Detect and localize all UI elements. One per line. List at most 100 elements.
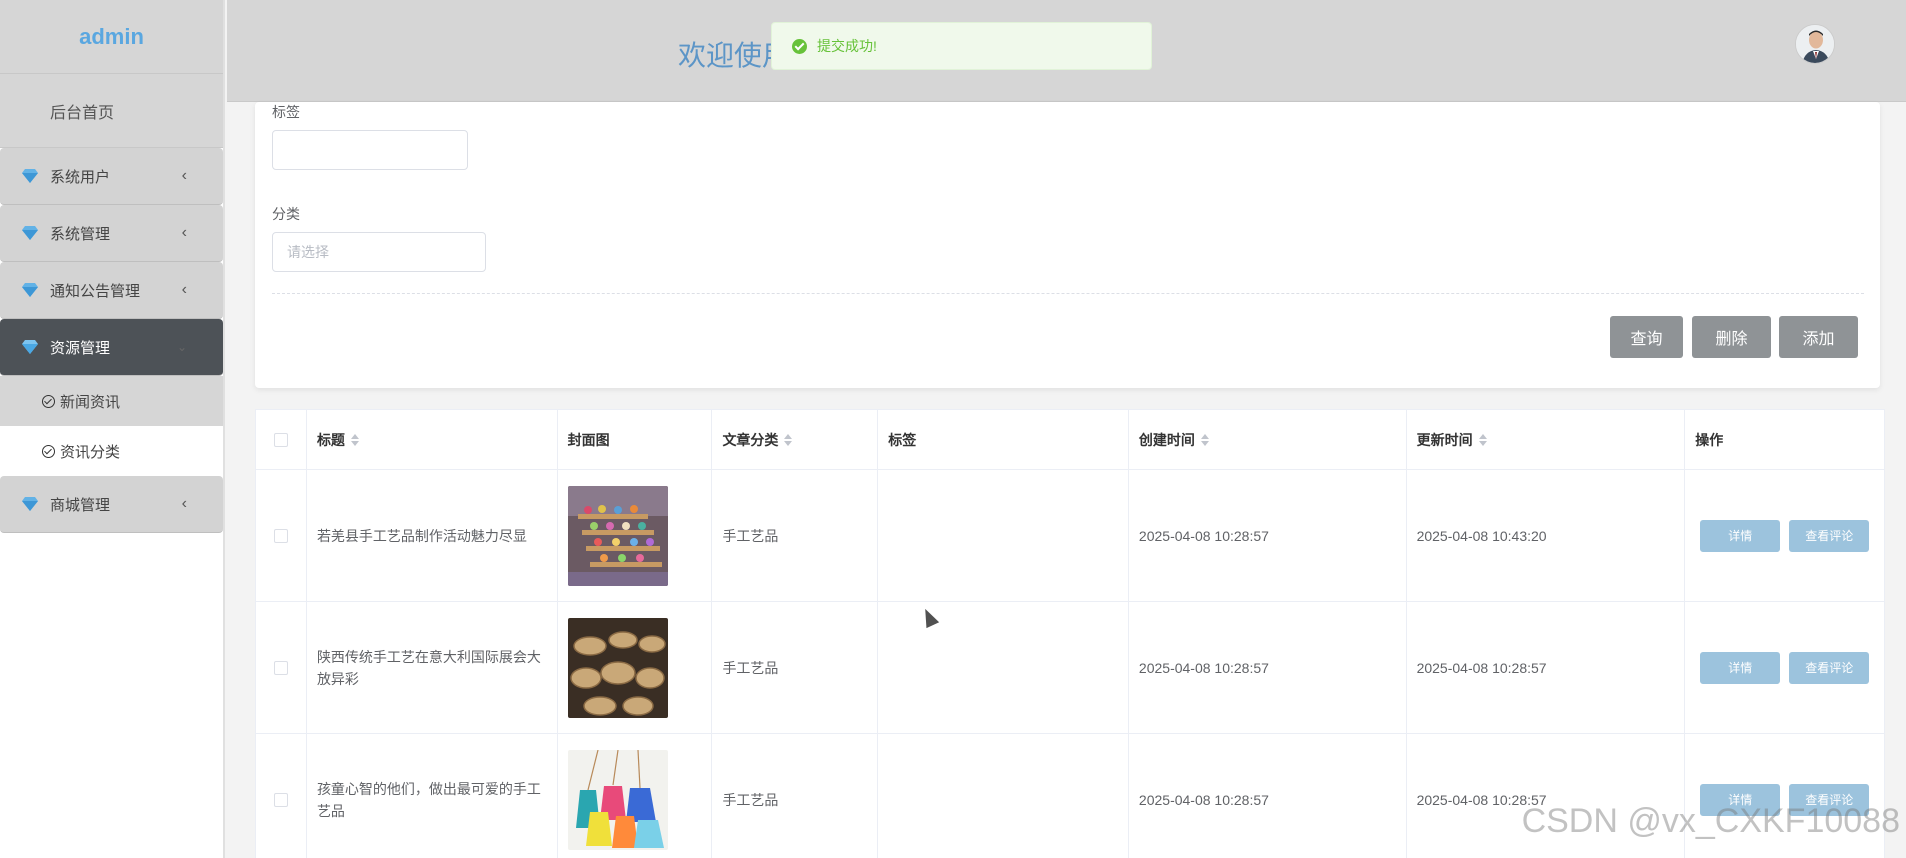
column-header-label: 更新时间: [1416, 431, 1473, 448]
sidebar-item-system-users[interactable]: 系统用户 ‹: [0, 148, 223, 205]
column-header-category[interactable]: 文章分类: [712, 410, 879, 469]
view-comments-button[interactable]: 查看评论: [1789, 519, 1870, 552]
success-check-icon: [792, 38, 807, 54]
column-header-label: 标题: [316, 431, 345, 448]
column-header-actions: 操作: [1685, 410, 1884, 469]
cover-cell: [558, 470, 713, 601]
chevron-left-icon: ‹: [181, 281, 187, 298]
table-header-row: 标题 封面图 文章分类 标签 创建时间 更新时间 操作: [256, 410, 1884, 470]
tag-label: 标签: [272, 104, 300, 120]
updated-cell: 2025-04-08 10:28:57: [1407, 602, 1686, 733]
actions-cell: 详情 查看评论: [1685, 602, 1884, 733]
category-cell: 手工艺品: [712, 470, 879, 601]
column-header-label: 创建时间: [1138, 431, 1195, 448]
detail-button[interactable]: 详情: [1700, 651, 1781, 684]
detail-button[interactable]: 详情: [1700, 519, 1781, 552]
gem-icon: [22, 340, 38, 354]
row-title: 若羌县手工艺品制作活动魅力尽显: [316, 527, 527, 544]
user-avatar-icon: [1796, 25, 1834, 63]
news-table: 标题 封面图 文章分类 标签 创建时间 更新时间 操作 若羌县手工艺品制作活动魅…: [255, 409, 1885, 858]
column-header-updated[interactable]: 更新时间: [1407, 410, 1686, 469]
category-select[interactable]: 请选择: [272, 232, 486, 272]
sidebar: admin 后台首页 系统用户 ‹ 系统管理 ‹ 通知公告管理 ‹ 资源管理 ⌄…: [0, 0, 225, 858]
view-comments-button[interactable]: 查看评论: [1789, 651, 1870, 684]
sidebar-item-label: 资源管理: [50, 339, 111, 357]
sort-icon[interactable]: [1200, 433, 1209, 446]
column-header-label: 封面图: [567, 431, 610, 448]
column-header-label: 文章分类: [722, 431, 779, 448]
sidebar-item-label: 商城管理: [50, 496, 111, 514]
tag-cell: [878, 734, 1129, 858]
cover-cell: [558, 602, 713, 733]
avatar[interactable]: [1795, 24, 1835, 64]
chevron-left-icon: ‹: [181, 167, 187, 184]
sort-icon[interactable]: [784, 433, 793, 446]
cover-image[interactable]: [567, 749, 668, 850]
gem-icon: [22, 226, 38, 240]
toast-message: 提交成功!: [817, 38, 877, 54]
title-cell: 孩童心智的他们，做出最可爱的手工艺品: [307, 734, 558, 858]
sidebar-subitem-news[interactable]: 新闻资讯: [0, 376, 223, 426]
column-header-label: 操作: [1695, 431, 1724, 448]
sidebar-item-notice-management[interactable]: 通知公告管理 ‹: [0, 262, 223, 319]
title-cell: 陕西传统手工艺在意大利国际展会大放异彩: [307, 602, 558, 733]
sidebar-item-resource-management[interactable]: 资源管理 ⌄: [0, 319, 223, 376]
add-button[interactable]: 添加: [1779, 316, 1858, 358]
sidebar-item-home[interactable]: 后台首页: [0, 74, 223, 148]
title-cell: 若羌县手工艺品制作活动魅力尽显: [307, 470, 558, 601]
sidebar-item-label: 系统管理: [50, 225, 111, 243]
updated-cell: 2025-04-08 10:43:20: [1407, 470, 1686, 601]
sidebar-item-label: 系统用户: [50, 168, 111, 186]
row-title: 孩童心智的他们，做出最可爱的手工艺品: [316, 780, 541, 819]
chevron-left-icon: ‹: [181, 224, 187, 241]
sidebar-item-mall-management[interactable]: 商城管理 ‹: [0, 476, 223, 533]
search-panel: 标签 分类 请选择 查询 删除 添加: [255, 102, 1880, 388]
column-header-cover: 封面图: [558, 410, 713, 469]
query-button[interactable]: 查询: [1610, 316, 1683, 358]
sidebar-item-label: 通知公告管理: [50, 282, 141, 300]
sidebar-subitem-label: 新闻资讯: [60, 393, 121, 411]
column-header-created[interactable]: 创建时间: [1129, 410, 1407, 469]
row-select-cell: [256, 470, 307, 601]
select-all-checkbox[interactable]: [273, 432, 288, 447]
tag-cell: [878, 602, 1129, 733]
sidebar-subitem-label: 资讯分类: [60, 443, 121, 461]
tag-input[interactable]: [272, 130, 468, 170]
cover-image[interactable]: [567, 485, 668, 586]
column-header-title[interactable]: 标题: [307, 410, 558, 469]
column-header-tag: 标签: [878, 410, 1129, 469]
category-label: 分类: [272, 206, 300, 222]
column-header-label: 标签: [888, 431, 917, 448]
row-checkbox[interactable]: [273, 528, 288, 543]
table-row: 陕西传统手工艺在意大利国际展会大放异彩 手工艺品 2025-04-08 10:2…: [256, 602, 1884, 734]
chevron-down-icon: ⌄: [176, 340, 187, 354]
row-checkbox[interactable]: [273, 792, 288, 807]
cover-image[interactable]: [567, 617, 668, 718]
created-cell: 2025-04-08 10:28:57: [1129, 602, 1407, 733]
select-all-cell: [256, 410, 307, 469]
cover-cell: [558, 734, 713, 858]
check-circle-icon: [42, 444, 55, 458]
chevron-left-icon: ‹: [181, 495, 187, 512]
created-cell: 2025-04-08 10:28:57: [1129, 470, 1407, 601]
table-row: 若羌县手工艺品制作活动魅力尽显 手工艺品 2025-04-08 10:28:57…: [256, 470, 1884, 602]
delete-button[interactable]: 删除: [1692, 316, 1771, 358]
row-checkbox[interactable]: [273, 660, 288, 675]
brand-title: admin: [0, 0, 223, 74]
sidebar-item-system-management[interactable]: 系统管理 ‹: [0, 205, 223, 262]
check-circle-icon: [42, 394, 55, 408]
success-toast: 提交成功!: [771, 22, 1152, 70]
row-select-cell: [256, 734, 307, 858]
sort-icon[interactable]: [350, 433, 359, 446]
gem-icon: [22, 169, 38, 183]
category-cell: 手工艺品: [712, 602, 879, 733]
sidebar-subitem-news-category[interactable]: 资讯分类: [0, 426, 223, 476]
gem-icon: [22, 497, 38, 511]
category-cell: 手工艺品: [712, 734, 879, 858]
divider: [272, 293, 1864, 294]
gem-icon: [22, 283, 38, 297]
tag-cell: [878, 470, 1129, 601]
sort-icon[interactable]: [1478, 433, 1487, 446]
watermark: CSDN @vx_CXKF10088: [1521, 802, 1900, 840]
row-title: 陕西传统手工艺在意大利国际展会大放异彩: [316, 648, 541, 687]
